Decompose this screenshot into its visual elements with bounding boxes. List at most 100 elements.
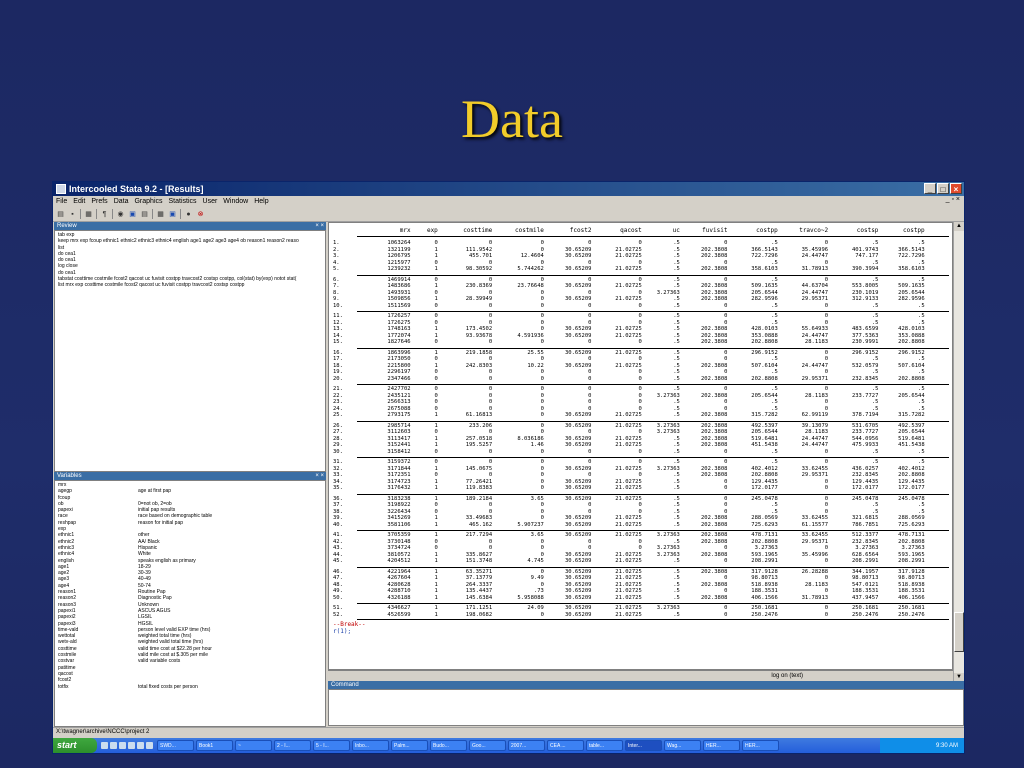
taskbar-task[interactable]: CEA ... (547, 740, 584, 751)
menu-help[interactable]: Help (254, 198, 268, 205)
table-cell: 0 (588, 319, 592, 326)
table-cell: 0 (588, 302, 592, 309)
taskbar-task[interactable]: HER... (742, 740, 779, 751)
taskbar-task[interactable]: Palm... (391, 740, 428, 751)
data-browser-icon[interactable]: ▣ (168, 210, 177, 219)
table-cell: .5 (871, 386, 879, 392)
column-header: costtime (463, 227, 493, 234)
table-cell: 202.3808 (700, 472, 728, 479)
table-cell: 29.95371 (801, 472, 829, 479)
table-cell: 0 (588, 429, 592, 436)
table-cell: 725.6293 (898, 521, 925, 528)
table-cell: 0 (588, 240, 592, 246)
open-icon[interactable]: ▤ (56, 210, 65, 219)
menu-user[interactable]: User (203, 198, 218, 205)
menu-prefs[interactable]: Prefs (91, 198, 107, 205)
window-titlebar[interactable]: Intercooled Stata 9.2 - [Results] _ □ × (53, 182, 964, 196)
taskbar-task[interactable]: Budo... (430, 740, 467, 751)
table-cell: .5 (673, 386, 680, 392)
command-input[interactable] (328, 689, 964, 726)
table-cell: 21.02725 (615, 465, 642, 472)
taskbar-task[interactable]: Book1 (196, 740, 233, 751)
graph-icon[interactable]: ▣ (128, 210, 137, 219)
table-cell: 0 (638, 375, 642, 382)
menu-data[interactable]: Data (114, 198, 129, 205)
save-icon[interactable]: ▪ (68, 210, 77, 219)
table-cell: 1 (434, 575, 438, 582)
variable-row[interactable]: totfix total fixed costs per person (58, 684, 322, 690)
taskbar-task[interactable]: Wag... (664, 740, 701, 751)
row-index: 44. (333, 551, 343, 558)
table-cell: 0 (540, 276, 544, 283)
variables-pane-header: Variables × × (54, 472, 326, 480)
taskbar-task[interactable]: Goo... (469, 740, 506, 751)
table-cell: 0 (638, 472, 642, 479)
table-cell: 219.1858 (465, 349, 493, 356)
data-editor-icon[interactable]: ▦ (156, 210, 165, 219)
dofile-icon[interactable]: ▤ (140, 210, 149, 219)
quick-launch-icon[interactable] (146, 742, 153, 749)
table-cell: 202.3808 (700, 538, 728, 545)
menu-window[interactable]: Window (223, 198, 248, 205)
results-scrollbar[interactable]: ▲ ▼ (953, 222, 964, 682)
table-cell: 151.3748 (465, 558, 493, 565)
quick-launch-icon[interactable] (110, 742, 117, 749)
mdi-controls[interactable]: _ ▫ × (946, 196, 960, 203)
quick-launch-icon[interactable] (101, 742, 108, 749)
table-cell: 1 (434, 422, 438, 429)
review-close-icon[interactable]: × × (315, 222, 324, 230)
table-cell: .5 (918, 369, 925, 376)
quick-launch-icon[interactable] (128, 742, 135, 749)
maximize-button[interactable]: □ (937, 183, 949, 194)
system-tray: 9:30 AM (880, 738, 964, 753)
taskbar-task[interactable]: SWD... (157, 740, 194, 751)
table-cell: 24.44747 (801, 362, 829, 369)
table-cell: 0 (488, 538, 493, 545)
table-cell: 21.02725 (615, 594, 642, 601)
table-cell: 428.0103 (751, 326, 778, 333)
taskbar-task[interactable]: ~ (235, 740, 272, 751)
row-index: 37. (333, 502, 343, 509)
quick-launch-icon[interactable] (119, 742, 126, 749)
menu-statistics[interactable]: Statistics (169, 198, 197, 205)
menu-graphics[interactable]: Graphics (134, 198, 162, 205)
taskbar-task[interactable]: Inbo... (352, 740, 389, 751)
variable-name: totfix (58, 683, 69, 690)
table-cell: 205.6544 (751, 392, 778, 399)
taskbar-task[interactable]: 5 - I... (313, 740, 350, 751)
table-row: 36. 3183238 1 189.2184 3.65 30.65209 21.02725.… (329, 496, 952, 503)
taskbar-task[interactable]: 2007... (508, 740, 545, 751)
viewer-icon[interactable]: ◉ (116, 210, 125, 219)
table-cell: .5 (871, 459, 879, 465)
table-cell: 21.02725 (615, 253, 642, 260)
table-cell: 232.8345 (851, 375, 879, 382)
taskbar-task[interactable]: table... (586, 740, 623, 751)
menu-file[interactable]: File (56, 198, 67, 205)
table-cell: 0 (434, 405, 438, 412)
table-separator (357, 530, 949, 531)
minimize-button[interactable]: _ (924, 183, 936, 194)
taskbar-task[interactable]: HER... (703, 740, 740, 751)
taskbar-task[interactable]: Inter... (625, 740, 662, 751)
more-icon[interactable]: ● (184, 210, 193, 219)
review-item[interactable]: list mrx exp costtime costmile fcost2 qa… (58, 282, 322, 288)
scroll-thumb[interactable] (954, 612, 964, 652)
table-cell: 0 (434, 302, 438, 309)
table-row: 26. 2985714 1 233.206 0 30.65209 21.02725 3.273… (329, 423, 952, 430)
table-cell: 0 (488, 319, 493, 326)
scroll-up-icon[interactable]: ▲ (954, 222, 964, 231)
close-button[interactable]: × (950, 183, 962, 194)
break-icon[interactable]: ⊗ (196, 210, 205, 219)
quick-launch-icon[interactable] (137, 742, 144, 749)
table-cell: 21.02725 (615, 412, 642, 419)
table-cell: 0 (824, 399, 829, 406)
table-cell: 202.3808 (700, 332, 728, 339)
table-row: 18. 2215800 1 242.8303 10.22 30.65209 21.02725… (329, 363, 952, 370)
review-item[interactable]: keep mrx exp fcoup ethnic1 ethnic2 ethni… (58, 238, 322, 244)
start-button[interactable]: start (53, 738, 97, 753)
log-icon[interactable]: ¶ (100, 210, 109, 219)
menu-edit[interactable]: Edit (73, 198, 85, 205)
print-icon[interactable]: ▦ (84, 210, 93, 219)
variables-close-icon[interactable]: × × (315, 472, 324, 480)
taskbar-task[interactable]: 2 - I... (274, 740, 311, 751)
